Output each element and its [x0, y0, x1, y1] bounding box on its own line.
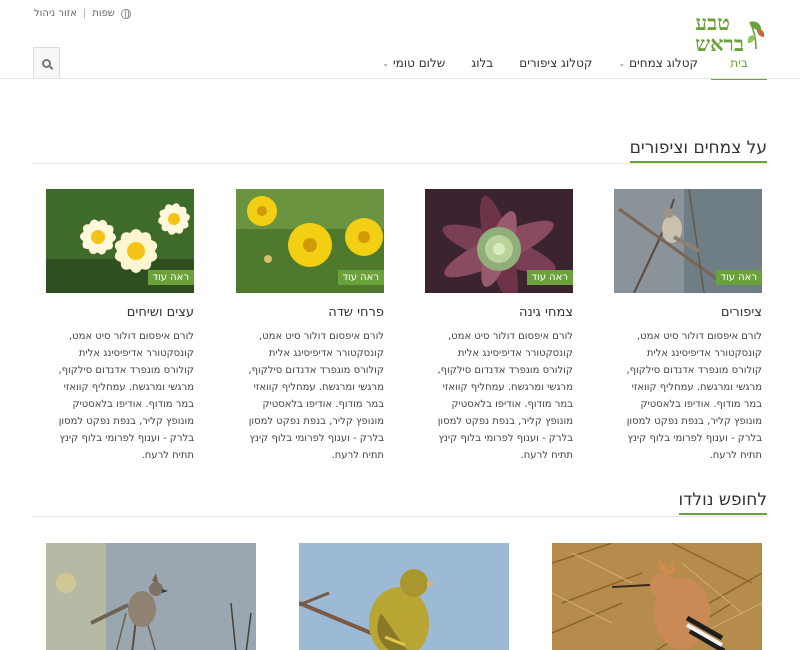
card-title[interactable]: ציפורים: [614, 305, 762, 320]
divider: |: [82, 8, 87, 19]
chevron-down-icon: ⌄: [618, 58, 626, 68]
see-more-button[interactable]: ראה עוד: [337, 270, 384, 285]
nav-blog-label: בלוג: [471, 56, 494, 70]
card-title[interactable]: פרחי שדה: [236, 305, 384, 320]
card-birds: ראה עוד ציפורים לורם איפסום דולור סיט אמ…: [614, 189, 762, 464]
card-garden-plants: ראה עוד צמחי גינה לורם איפסום דולור סיט …: [425, 189, 573, 464]
card-wildflowers: ראה עוד פרחי שדה לורם איפסום דולור סיט א…: [236, 189, 384, 464]
see-more-button[interactable]: ראה עוד: [147, 270, 194, 285]
nav-birds-catalog[interactable]: קטלוג ציפורים: [506, 47, 605, 79]
nav-home-label: בית: [730, 56, 748, 70]
card-title[interactable]: עצים ושיחים: [46, 305, 194, 320]
nav-plants-label: קטלוג צמחים: [629, 56, 698, 70]
photo-lark[interactable]: [46, 543, 256, 650]
search-button[interactable]: [33, 47, 60, 78]
card-title[interactable]: צמחי גינה: [425, 305, 573, 320]
nav-blog[interactable]: בלוג: [458, 47, 506, 79]
languages-link[interactable]: שפות: [92, 8, 115, 19]
section-divider: [33, 163, 767, 164]
card-trees-shrubs: ראה עוד עצים ושיחים לורם איפסום דולור סי…: [46, 189, 194, 464]
photo-hoopoe[interactable]: [552, 543, 762, 650]
admin-link[interactable]: אזור ניהול: [34, 8, 77, 19]
logo-line1: טבע: [695, 10, 730, 35]
leaf-icon: [747, 21, 765, 50]
nav-divider: [0, 78, 800, 79]
card-text: לורם איפסום דולור סיט אמט, קונסקטורר אדי…: [58, 331, 194, 461]
globe-icon[interactable]: [120, 8, 131, 19]
see-more-button[interactable]: ראה עוד: [715, 270, 762, 285]
card-text: לורם איפסום דולור סיט אמט, קונסקטורר אדי…: [437, 331, 573, 461]
nav-birds-label: קטלוג ציפורים: [519, 56, 593, 70]
utility-bar: אזור ניהול | שפות: [34, 8, 131, 19]
card-image-succulent[interactable]: ראה עוד: [425, 189, 573, 293]
search-icon: [42, 58, 51, 68]
photo-greenfinch[interactable]: [299, 543, 509, 650]
section-title-about: על צמחים וציפורים: [629, 138, 768, 163]
nav-user-menu[interactable]: שלום טומי ⌄: [369, 47, 458, 79]
card-image-yellow-flowers[interactable]: ראה עוד: [236, 189, 384, 293]
nav-user-label: שלום טומי: [393, 56, 446, 70]
chevron-down-icon: ⌄: [382, 58, 389, 68]
card-text: לורם איפסום דולור סיט אמט, קונסקטורר אדי…: [626, 331, 762, 461]
main-nav: בית קטלוג צמחים ⌄ קטלוג ציפורים בלוג שלו…: [33, 47, 767, 80]
card-text: לורם איפסום דולור סיט אמט, קונסקטורר אדי…: [248, 331, 384, 461]
card-image-plumeria[interactable]: ראה עוד: [46, 189, 194, 293]
card-image-bird[interactable]: ראה עוד: [614, 189, 762, 293]
see-more-button[interactable]: ראה עוד: [526, 270, 573, 285]
nav-home[interactable]: בית: [711, 47, 767, 80]
section-title-featured: לחופש נולדו: [678, 490, 768, 515]
section-divider: [33, 516, 767, 517]
nav-plants-catalog[interactable]: קטלוג צמחים ⌄: [605, 47, 711, 79]
